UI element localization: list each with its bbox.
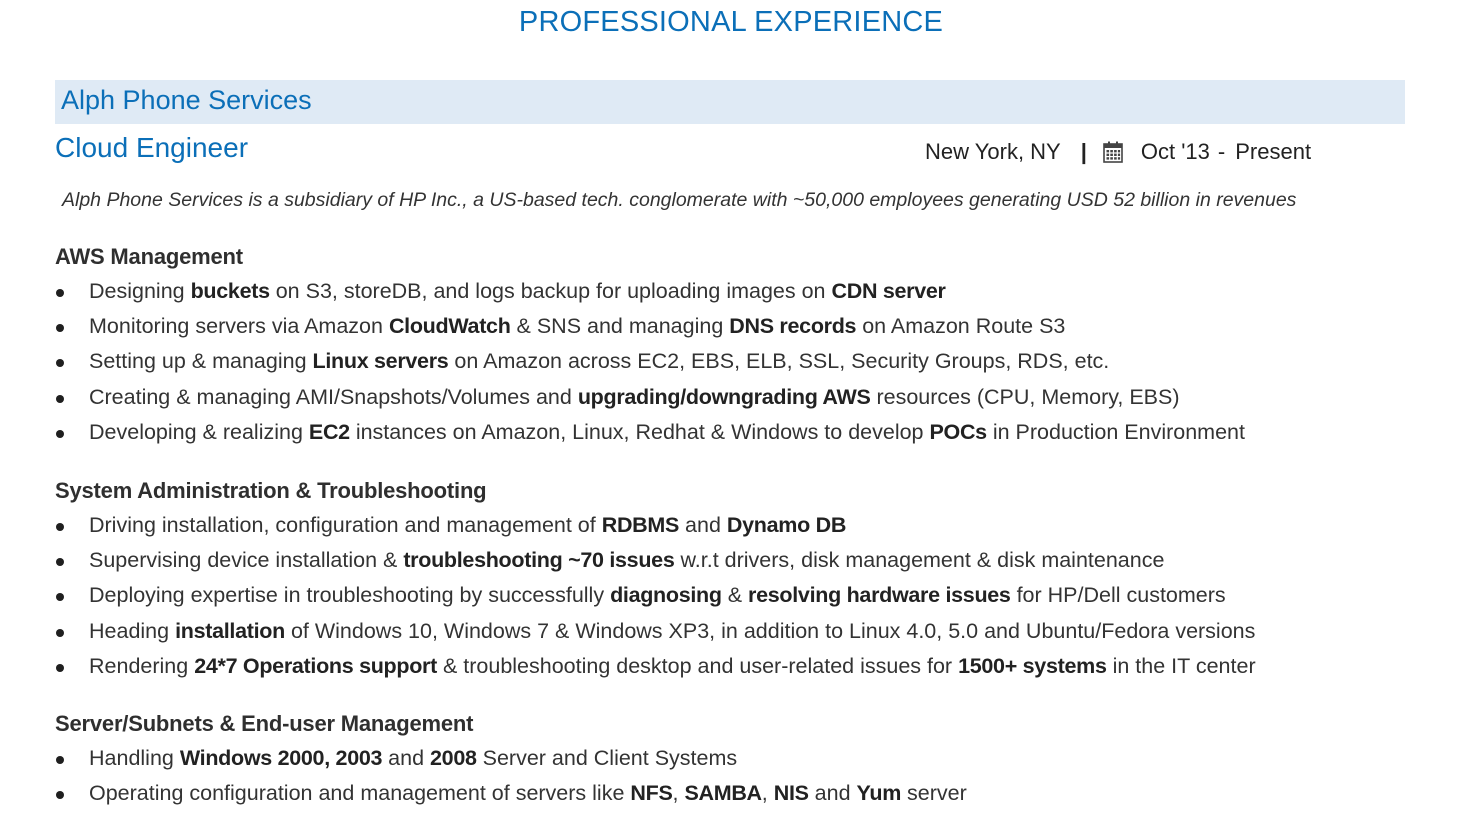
job-location: New York, NY <box>925 139 1061 164</box>
bullet-emphasis: installation <box>175 618 285 643</box>
date-dash: - <box>1217 139 1226 164</box>
bullet-text: for HP/Dell customers <box>1010 583 1226 608</box>
bullet-text: Deploying expertise in troubleshooting b… <box>89 583 611 608</box>
bullet-item: Supervising device installation & troubl… <box>55 543 1415 578</box>
section-system-administration: System Administration & Troubleshooting … <box>55 474 1415 684</box>
bullet-item: Developing & realizing EC2 instances on … <box>55 415 1415 450</box>
bullet-emphasis: NIS <box>773 781 809 806</box>
bullet-list: Designing buckets on S3, storeDB, and lo… <box>55 274 1415 450</box>
bullet-item: Deploying expertise in troubleshooting b… <box>55 578 1415 613</box>
job-meta: New York, NY | Oct '13 - Present <box>925 137 1311 167</box>
company-header-bar: Alph Phone Services <box>55 80 1405 124</box>
bullet-text: and <box>679 513 727 537</box>
bullet-list: Driving installation, configuration and … <box>55 508 1415 684</box>
bullet-text: and <box>808 781 857 806</box>
bullet-text: Creating & managing AMI/Snapshots/Volume… <box>89 384 578 409</box>
bullet-emphasis: troubleshooting ~70 issues <box>403 548 675 573</box>
bullet-text: , <box>761 781 774 806</box>
bullet-emphasis: NFS <box>630 781 673 806</box>
bullet-emphasis: EC2 <box>308 419 350 444</box>
bullet-text: Setting up & managing <box>89 349 313 374</box>
bullet-text: Monitoring servers via Amazon <box>89 314 389 339</box>
bullet-text: Server and Client Systems <box>476 746 738 770</box>
bullet-emphasis: CDN server <box>831 279 946 303</box>
bullet-emphasis: SAMBA <box>684 781 762 806</box>
bullet-text: on Amazon Route S3 <box>856 314 1066 339</box>
job-title: Cloud Engineer <box>55 132 249 163</box>
bullet-emphasis: resolving hardware issues <box>748 583 1011 608</box>
bullet-text: instances on Amazon, Linux, Redhat & Win… <box>349 419 930 444</box>
bullet-emphasis: DNS records <box>729 314 857 339</box>
bullet-text: Supervising device installation & <box>89 548 404 573</box>
bullet-emphasis: 1500+ systems <box>958 653 1107 678</box>
bullet-text: server <box>901 781 967 806</box>
section-aws-management: AWS Management Designing buckets on S3, … <box>55 240 1415 450</box>
bullet-item: Designing buckets on S3, storeDB, and lo… <box>55 274 1415 309</box>
page-title: PROFESSIONAL EXPERIENCE <box>518 6 944 38</box>
bullet-item: Rendering 24*7 Operations support & trou… <box>55 649 1415 684</box>
bullet-text: Driving installation, configuration and … <box>89 513 602 537</box>
bullet-emphasis: Yum <box>856 781 902 806</box>
bullet-item: Driving installation, configuration and … <box>55 508 1415 543</box>
bullet-emphasis: upgrading/downgrading AWS <box>577 384 871 409</box>
bullet-text: Designing <box>89 279 191 303</box>
job-start-date: Oct '13 <box>1140 139 1210 164</box>
bullet-text: in Production Environment <box>986 419 1245 444</box>
section-heading: Server/Subnets & End-user Management <box>55 711 474 736</box>
bullet-emphasis: RDBMS <box>601 513 680 537</box>
bullet-item: Operating configuration and management o… <box>55 776 1415 811</box>
job-end-date: Present <box>1235 139 1312 164</box>
bullet-text: on S3, storeDB, and logs backup for uplo… <box>269 279 832 303</box>
bullet-item: Creating & managing AMI/Snapshots/Volume… <box>55 380 1415 415</box>
bullet-item: Heading installation of Windows 10, Wind… <box>55 614 1415 649</box>
company-summary: Alph Phone Services is a subsidiary of H… <box>62 189 1297 211</box>
bullet-text: & <box>721 583 749 608</box>
calendar-icon <box>1103 141 1123 163</box>
bullet-text: Handling <box>89 746 180 770</box>
bullet-emphasis: CloudWatch <box>388 314 511 339</box>
meta-separator: | <box>1080 139 1087 164</box>
bullet-text: resources (CPU, Memory, EBS) <box>870 384 1180 409</box>
section-heading: AWS Management <box>55 244 243 269</box>
bullet-text: in the IT center <box>1106 653 1256 678</box>
company-name: Alph Phone Services <box>61 85 312 115</box>
bullet-emphasis: diagnosing <box>610 583 722 608</box>
bullet-emphasis: Dynamo DB <box>726 513 847 537</box>
bullet-text: on Amazon across EC2, EBS, ELB, SSL, Sec… <box>448 349 1110 374</box>
bullet-text: w.r.t drivers, disk management & disk ma… <box>674 548 1165 573</box>
bullet-text: of Windows 10, Windows 7 & Windows XP3, … <box>284 618 1256 643</box>
bullet-text: Operating configuration and management o… <box>89 781 631 806</box>
bullet-emphasis: 24*7 Operations support <box>194 653 437 678</box>
bullet-item: Setting up & managing Linux servers on A… <box>55 344 1415 379</box>
bullet-item: Handling Windows 2000, 2003 and 2008 Ser… <box>55 741 1415 776</box>
bullet-text: and <box>382 746 431 770</box>
bullet-emphasis: buckets <box>190 279 270 303</box>
bullet-text: , <box>672 781 685 806</box>
bullet-list: Handling Windows 2000, 2003 and 2008 Ser… <box>55 741 1415 811</box>
bullet-text: Developing & realizing <box>89 419 309 444</box>
bullet-text: Heading <box>89 618 176 643</box>
bullet-item: Monitoring servers via Amazon CloudWatch… <box>55 309 1415 344</box>
bullet-emphasis: Windows 2000, 2003 <box>179 746 383 770</box>
bullet-text: Rendering <box>89 653 195 678</box>
section-heading: System Administration & Troubleshooting <box>55 478 487 503</box>
bullet-emphasis: 2008 <box>430 746 477 770</box>
bullet-emphasis: POCs <box>929 419 987 444</box>
bullet-text: & troubleshooting desktop and user-relat… <box>436 653 959 678</box>
bullet-text: & SNS and managing <box>510 314 730 339</box>
bullet-emphasis: Linux servers <box>312 349 449 374</box>
section-server-management: Server/Subnets & End-user Management Han… <box>55 707 1415 811</box>
